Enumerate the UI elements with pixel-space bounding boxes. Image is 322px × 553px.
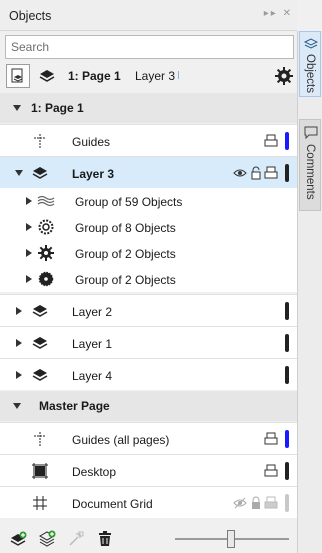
tab-comments[interactable]: Comments [299, 119, 321, 211]
layer3-row[interactable]: Layer 3 [0, 156, 297, 188]
current-layer-label[interactable]: Layer 3 [135, 69, 175, 83]
layer-color-swatch[interactable] [285, 302, 289, 320]
tree-child-row[interactable]: Group of 2 Objects [0, 266, 297, 292]
layer-manager-icon [11, 68, 23, 83]
expand-arrow-icon[interactable] [26, 275, 32, 283]
layer2-row[interactable]: Layer 2 [0, 294, 297, 326]
layer-icon [31, 366, 49, 384]
expand-arrow-icon[interactable] [26, 197, 32, 205]
current-page-label[interactable]: 1: Page 1 [68, 69, 121, 83]
child-label: Group of 59 Objects [75, 195, 183, 209]
document-grid-label: Document Grid [72, 497, 153, 511]
expand-arrow-icon[interactable] [16, 339, 22, 347]
gear-ring-icon [37, 218, 55, 236]
layer-color-swatch[interactable] [285, 494, 289, 512]
printer-icon[interactable] [264, 166, 278, 180]
docker-side-tabs: Objects Comments [297, 31, 322, 553]
tree-child-row[interactable]: Group of 59 Objects [0, 188, 297, 214]
child-label: Group of 2 Objects [75, 273, 176, 287]
layer-icon [31, 334, 49, 352]
expand-arrow-icon[interactable] [16, 371, 22, 379]
objects-toolbar: 1: Page 1 Layer 3 [0, 61, 297, 91]
panel-title: Objects [9, 9, 52, 23]
visibility-eye-icon[interactable] [233, 167, 247, 179]
layer-color-swatch[interactable] [285, 430, 289, 448]
gear-icon [37, 244, 55, 262]
desktop-icon [31, 462, 49, 480]
page1-label: 1: Page 1 [31, 101, 84, 115]
collapse-arrow-icon[interactable] [13, 105, 21, 111]
close-icon[interactable]: ✕ [283, 8, 293, 19]
printer-icon[interactable] [264, 464, 278, 478]
guides-icon [31, 132, 49, 150]
panel-titlebar: Objects ▸▸ ✕ [0, 0, 297, 31]
layer-color-swatch[interactable] [285, 132, 289, 150]
settings-gear-icon[interactable] [274, 66, 294, 86]
expand-arrow-icon[interactable] [16, 307, 22, 315]
layer-icon [31, 302, 49, 320]
new-master-layer-icon[interactable] [37, 529, 57, 549]
guides-all-row[interactable]: Guides (all pages) [0, 422, 297, 454]
new-layer-icon[interactable] [8, 529, 28, 549]
guides-label: Guides [72, 135, 111, 149]
child-label: Group of 2 Objects [75, 247, 176, 261]
layer3-label: Layer 3 [72, 167, 115, 181]
guides-all-label: Guides (all pages) [72, 433, 170, 447]
layer4-label: Layer 4 [72, 369, 113, 383]
layer1-row[interactable]: Layer 1 [0, 326, 297, 358]
objects-tree: 1: Page 1 Guides Layer 3 Group of 59 Obj… [0, 93, 297, 518]
layer2-label: Layer 2 [72, 305, 113, 319]
expand-arrow-icon[interactable] [26, 249, 32, 257]
tree-child-row[interactable]: Group of 8 Objects [0, 214, 297, 240]
guides-icon [31, 430, 49, 448]
guides-row[interactable]: Guides [0, 124, 297, 156]
layer-icon [31, 164, 49, 182]
grid-icon [31, 494, 49, 512]
search-input[interactable] [5, 35, 294, 59]
expand-arrow-icon[interactable] [26, 223, 32, 231]
delete-trash-icon[interactable] [95, 529, 115, 549]
printer-icon[interactable] [264, 432, 278, 446]
master-page-label: Master Page [39, 399, 110, 413]
document-grid-row[interactable]: Document Grid [0, 486, 297, 518]
desktop-row[interactable]: Desktop [0, 454, 297, 486]
page1-header-row[interactable]: 1: Page 1 [0, 93, 297, 123]
move-to-layer-disabled-icon[interactable] [66, 529, 86, 549]
hidden-eye-icon[interactable] [233, 497, 247, 509]
zoom-slider-thumb[interactable] [227, 530, 235, 548]
comment-icon [303, 124, 319, 140]
bottom-toolbar [0, 526, 297, 553]
unlock-icon[interactable] [250, 166, 262, 180]
tab-objects-label: Objects [304, 54, 316, 93]
child-label: Group of 8 Objects [75, 221, 176, 235]
collapse-icon[interactable]: ▸▸ [264, 8, 278, 19]
tab-objects[interactable]: Objects [299, 31, 321, 97]
tree-child-row[interactable]: Group of 2 Objects [0, 240, 297, 266]
collapse-arrow-icon[interactable] [15, 170, 23, 176]
layers-icon [303, 36, 319, 52]
tab-comments-label: Comments [304, 144, 316, 200]
layers-stack-icon[interactable] [37, 67, 57, 85]
layer4-row[interactable]: Layer 4 [0, 358, 297, 390]
printer-disabled-icon[interactable] [264, 496, 278, 510]
printer-icon[interactable] [264, 134, 278, 148]
layer-color-swatch[interactable] [285, 366, 289, 384]
layer1-label: Layer 1 [72, 337, 113, 351]
text-caret [178, 71, 182, 79]
layer-color-swatch[interactable] [285, 164, 289, 182]
cog-icon [37, 270, 55, 288]
layer-color-swatch[interactable] [285, 334, 289, 352]
layer-color-swatch[interactable] [285, 462, 289, 480]
layer-manager-button[interactable] [6, 64, 30, 88]
titlebar-controls: ▸▸ ✕ [264, 8, 293, 19]
collapse-arrow-icon[interactable] [13, 403, 21, 409]
desktop-label: Desktop [72, 465, 117, 479]
master-page-header-row[interactable]: Master Page [0, 391, 297, 421]
lock-icon[interactable] [250, 496, 262, 510]
group-icon [37, 192, 55, 210]
